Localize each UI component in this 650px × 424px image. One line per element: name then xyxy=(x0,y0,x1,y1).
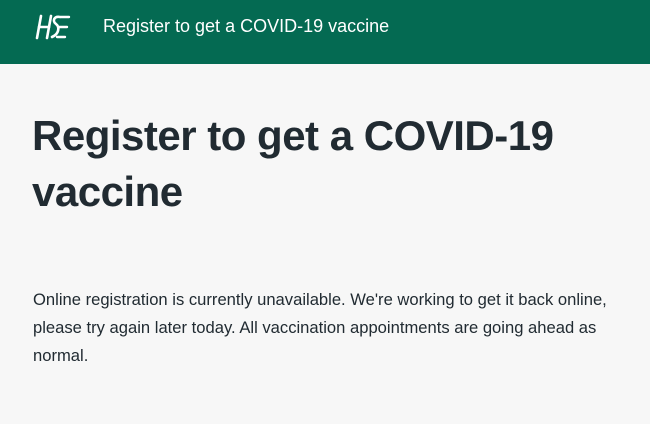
site-header: Register to get a COVID-19 vaccine xyxy=(0,0,650,64)
hse-logo-icon xyxy=(35,14,71,40)
unavailable-message: Online registration is currently unavail… xyxy=(33,290,607,365)
hse-logo[interactable] xyxy=(32,10,72,46)
header-title[interactable]: Register to get a COVID-19 vaccine xyxy=(103,15,389,37)
main-content: Register to get a COVID-19 vaccine Onlin… xyxy=(0,64,650,424)
page-title: Register to get a COVID-19 vaccine xyxy=(32,112,554,215)
